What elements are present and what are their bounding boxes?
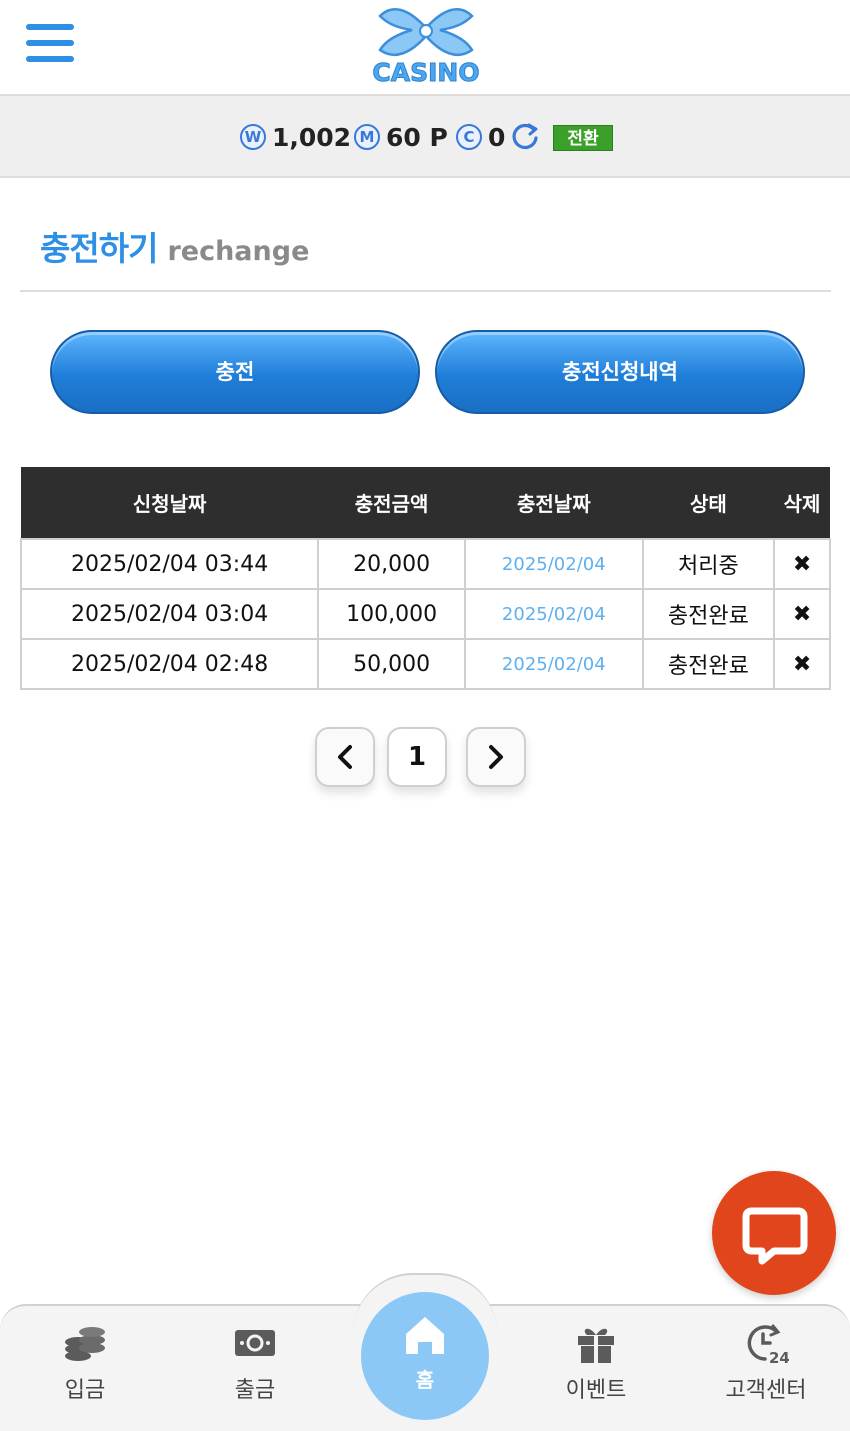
header-charge-date: 충전날짜 bbox=[464, 467, 643, 539]
header-delete: 삭제 bbox=[774, 467, 830, 539]
nav-home-label: 홈 bbox=[415, 1368, 435, 1392]
nav-deposit[interactable]: 입금 bbox=[25, 1322, 145, 1403]
table-row: 2025/02/04 02:48 50,000 2025/02/04 충전완료 … bbox=[19, 638, 831, 690]
won-balance-value: 1,002 bbox=[272, 122, 352, 152]
delete-icon[interactable]: ✖ bbox=[773, 588, 831, 640]
comp-balance: C 0 bbox=[456, 120, 505, 154]
delete-icon[interactable]: ✖ bbox=[773, 638, 831, 690]
status-cell: 충전완료 bbox=[641, 638, 776, 690]
page-title: 충전하기 rechange bbox=[40, 222, 309, 272]
nav-withdraw[interactable]: 출금 bbox=[195, 1322, 315, 1403]
chevron-right-icon bbox=[489, 745, 503, 769]
amount-cell: 100,000 bbox=[317, 588, 466, 640]
menu-icon[interactable] bbox=[26, 24, 76, 68]
header-amount: 충전금액 bbox=[318, 467, 465, 539]
nav-support-label: 고객센터 bbox=[725, 1378, 807, 1403]
amount-cell: 50,000 bbox=[317, 638, 466, 690]
request-date-cell: 2025/02/04 03:04 bbox=[19, 588, 320, 640]
page-title-korean: 충전하기 bbox=[40, 229, 158, 268]
table-row: 2025/02/04 03:44 20,000 2025/02/04 처리중 ✖ bbox=[19, 538, 831, 590]
charge-history-button[interactable]: 충전신청내역 bbox=[435, 330, 805, 414]
status-cell: 처리중 bbox=[641, 538, 776, 590]
coins-icon bbox=[65, 1327, 105, 1361]
amount-cell: 20,000 bbox=[317, 538, 466, 590]
title-divider bbox=[20, 290, 831, 292]
point-balance-value: 60 P bbox=[386, 122, 448, 152]
chat-icon bbox=[742, 1207, 808, 1265]
nav-event-label: 이벤트 bbox=[565, 1378, 627, 1403]
chevron-left-icon bbox=[338, 745, 352, 769]
prev-page-button[interactable] bbox=[315, 727, 375, 787]
header-status: 상태 bbox=[642, 467, 775, 539]
charge-date-cell: 2025/02/04 bbox=[463, 588, 644, 640]
request-date-cell: 2025/02/04 02:48 bbox=[19, 638, 320, 690]
won-balance: W 1,002 bbox=[240, 120, 351, 154]
casino-logo[interactable]: CASINO bbox=[368, 2, 484, 88]
page-number-button[interactable]: 1 bbox=[387, 727, 447, 787]
comp-balance-value: 0 bbox=[488, 122, 506, 152]
point-coin-icon: M bbox=[354, 124, 380, 150]
nav-support[interactable]: 24 고객센터 bbox=[706, 1322, 826, 1403]
nav-home[interactable]: 홈 bbox=[361, 1292, 489, 1420]
won-coin-icon: W bbox=[240, 124, 266, 150]
cash-icon bbox=[235, 1330, 275, 1356]
refresh-icon[interactable] bbox=[510, 121, 540, 151]
charge-button[interactable]: 충전 bbox=[50, 330, 420, 414]
status-cell: 충전완료 bbox=[641, 588, 776, 640]
page-title-english: rechange bbox=[167, 236, 310, 267]
charge-date-cell: 2025/02/04 bbox=[463, 538, 644, 590]
switch-button[interactable]: 전환 bbox=[553, 125, 613, 151]
request-date-cell: 2025/02/04 03:44 bbox=[19, 538, 320, 590]
point-balance: M 60 P bbox=[354, 120, 448, 154]
logo-mark-icon bbox=[378, 8, 474, 56]
support-badge: 24 bbox=[769, 1349, 789, 1364]
table-header-row: 신청날짜 충전금액 충전날짜 상태 삭제 bbox=[21, 467, 830, 539]
nav-event[interactable]: 이벤트 bbox=[536, 1322, 656, 1403]
logo-text: CASINO bbox=[372, 58, 480, 88]
next-page-button[interactable] bbox=[466, 727, 526, 787]
charge-history-table: 신청날짜 충전금액 충전날짜 상태 삭제 2025/02/04 03:44 20… bbox=[19, 467, 831, 690]
support-24-icon: 24 bbox=[747, 1324, 790, 1367]
comp-coin-icon: C bbox=[456, 124, 482, 150]
delete-icon[interactable]: ✖ bbox=[773, 538, 831, 590]
gift-icon bbox=[578, 1328, 614, 1363]
table-row: 2025/02/04 03:04 100,000 2025/02/04 충전완료… bbox=[19, 588, 831, 640]
charge-date-cell: 2025/02/04 bbox=[463, 638, 644, 690]
header-request-date: 신청날짜 bbox=[21, 467, 319, 539]
nav-withdraw-label: 출금 bbox=[234, 1378, 276, 1403]
nav-deposit-label: 입금 bbox=[64, 1378, 106, 1403]
top-header: CASINO bbox=[0, 0, 850, 96]
chat-button[interactable] bbox=[712, 1171, 836, 1295]
home-icon bbox=[406, 1317, 444, 1354]
